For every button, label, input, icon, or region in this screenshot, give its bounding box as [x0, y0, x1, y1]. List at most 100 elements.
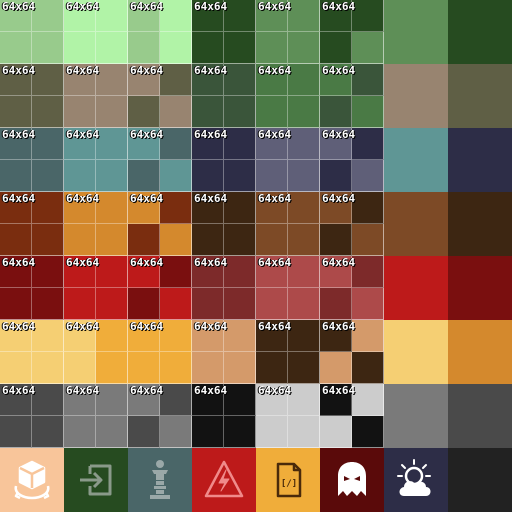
tile-quadrant	[0, 160, 32, 192]
tile-quadrant	[192, 320, 224, 352]
tile-quadrant	[64, 96, 96, 128]
tile-quadrant	[224, 224, 256, 256]
code-file-icon: [/]	[264, 456, 312, 504]
texture-tile: 64x64	[0, 256, 64, 320]
tile-quadrant	[32, 416, 64, 448]
tile-quadrant	[352, 128, 384, 160]
tile-quadrant	[32, 64, 64, 96]
tile-quadrant	[0, 128, 32, 160]
tile-quadrant	[320, 352, 352, 384]
tile-quadrant	[64, 224, 96, 256]
texture-tile: 64x64	[128, 320, 192, 384]
tile-quadrant	[0, 352, 32, 384]
tile-quadrant	[224, 192, 256, 224]
tile-quadrant	[320, 384, 352, 416]
tile-quadrant	[224, 160, 256, 192]
tile-quadrant	[0, 288, 32, 320]
tile-quadrant	[192, 32, 224, 64]
texture-tile: 64x64	[256, 192, 320, 256]
tile-quadrant	[320, 32, 352, 64]
tile-quadrant	[32, 96, 64, 128]
tile-quadrant	[320, 96, 352, 128]
color-swatch	[384, 320, 448, 384]
tile-quadrant	[320, 416, 352, 448]
texture-tile: 64x64	[192, 192, 256, 256]
color-swatch	[384, 0, 448, 64]
tile-quadrant	[128, 160, 160, 192]
texture-tile: 64x64	[320, 256, 384, 320]
tile-quadrant	[224, 64, 256, 96]
texture-tile: 64x64	[0, 192, 64, 256]
tile-quadrant	[192, 0, 224, 32]
texture-tile: 64x64	[128, 384, 192, 448]
tile-quadrant	[96, 192, 128, 224]
tile-quadrant	[128, 416, 160, 448]
tile-quadrant	[288, 192, 320, 224]
texture-tile: 64x64	[320, 320, 384, 384]
tile-quadrant	[96, 384, 128, 416]
tile-quadrant	[224, 128, 256, 160]
tile-quadrant	[288, 96, 320, 128]
tile-quadrant	[256, 128, 288, 160]
tile-quadrant	[352, 416, 384, 448]
tile-quadrant	[160, 224, 192, 256]
tile-quadrant	[224, 384, 256, 416]
texture-tile: 64x64	[128, 192, 192, 256]
tile-quadrant	[96, 0, 128, 32]
tile-quadrant	[32, 224, 64, 256]
tile-quadrant	[224, 256, 256, 288]
tile-quadrant	[288, 352, 320, 384]
texture-tile: 64x64	[128, 0, 192, 64]
tile-quadrant	[320, 128, 352, 160]
tile-quadrant	[288, 256, 320, 288]
texture-tile: 64x64	[0, 384, 64, 448]
tile-quadrant	[256, 416, 288, 448]
tile-quadrant	[256, 320, 288, 352]
tile-quadrant	[320, 224, 352, 256]
tile-quadrant	[192, 384, 224, 416]
tile-quadrant	[32, 192, 64, 224]
tile-quadrant	[352, 352, 384, 384]
tile-quadrant	[320, 288, 352, 320]
tile-quadrant	[192, 128, 224, 160]
texture-tile: 64x64	[128, 64, 192, 128]
tile-quadrant	[128, 0, 160, 32]
tile-quadrant	[224, 0, 256, 32]
tile-quadrant	[192, 96, 224, 128]
texture-tile: 64x64	[192, 128, 256, 192]
tile-quadrant	[288, 384, 320, 416]
color-swatch	[448, 64, 512, 128]
tile-quadrant	[256, 384, 288, 416]
tile-quadrant	[256, 160, 288, 192]
tile-quadrant	[288, 288, 320, 320]
empty-tile	[448, 448, 512, 512]
texture-tile: 64x64	[320, 192, 384, 256]
partly-cloudy-tile	[384, 448, 448, 512]
high-voltage-tile	[192, 448, 256, 512]
tile-quadrant	[0, 384, 32, 416]
texture-tile: 64x64	[64, 384, 128, 448]
tile-quadrant	[352, 32, 384, 64]
tile-quadrant	[192, 64, 224, 96]
texture-tile: 64x64	[64, 320, 128, 384]
tile-quadrant	[288, 224, 320, 256]
tile-quadrant	[128, 352, 160, 384]
tile-quadrant	[288, 416, 320, 448]
tile-quadrant	[64, 192, 96, 224]
tile-quadrant	[160, 384, 192, 416]
texture-tile: 64x64	[64, 128, 128, 192]
tile-quadrant	[256, 192, 288, 224]
tile-quadrant	[0, 0, 32, 32]
tile-quadrant	[96, 64, 128, 96]
tile-quadrant	[32, 32, 64, 64]
texture-tile: 64x64	[192, 384, 256, 448]
texture-tile: 64x64	[256, 320, 320, 384]
texture-tile: 64x64	[256, 384, 320, 448]
texture-tile: 64x64	[256, 256, 320, 320]
texture-tile: 64x64	[64, 0, 128, 64]
tile-quadrant	[64, 256, 96, 288]
tile-quadrant	[96, 320, 128, 352]
tile-quadrant	[32, 256, 64, 288]
color-swatch	[384, 192, 448, 256]
texture-tile: 64x64	[192, 64, 256, 128]
